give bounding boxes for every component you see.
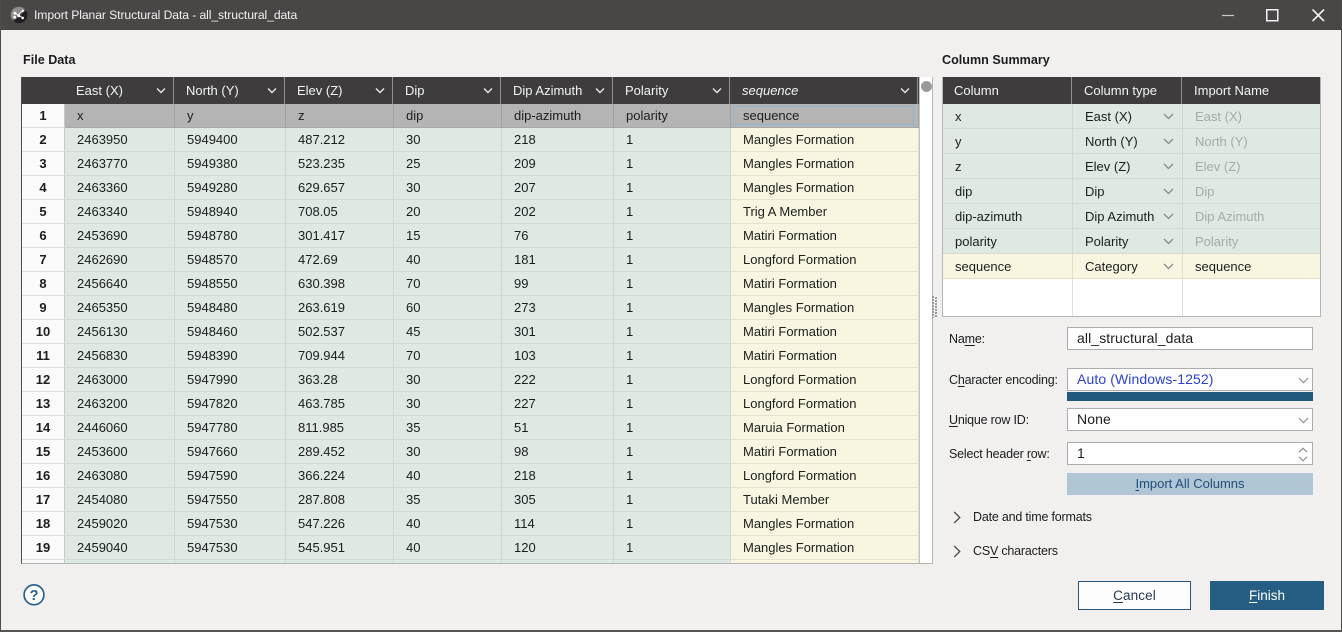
svg-text:?: ? bbox=[30, 588, 39, 604]
